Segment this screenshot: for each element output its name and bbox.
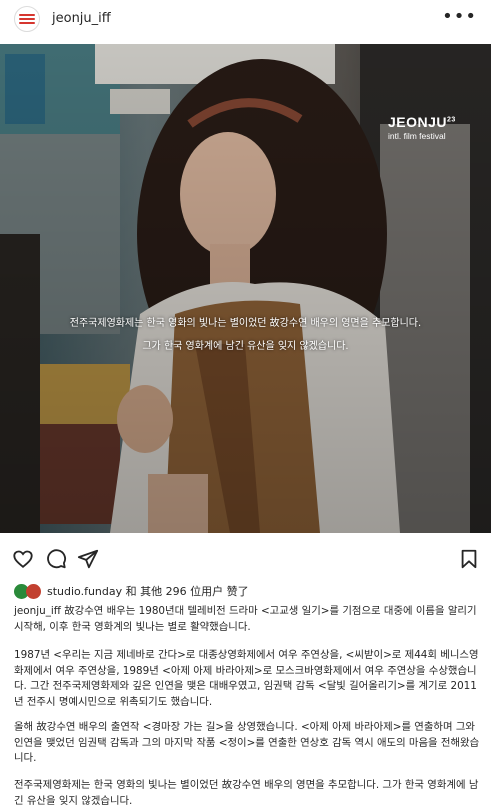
post-author[interactable]: jeonju_iff [14,605,61,617]
likes-text: studio.funday 和 其他 296 位用户 赞了 [47,585,249,598]
brand-edition: 23 [447,116,456,124]
post-paragraph-1: jeonju_iff 故강수연 배우는 1980년대 텔레비전 드라마 <고교생… [14,604,480,635]
more-horizontal-icon[interactable]: ••• [442,8,477,26]
post-actions [0,544,491,574]
send-icon[interactable] [77,548,99,570]
brand-subtitle: intl. film festival [388,131,446,141]
liker-avatar [26,583,41,599]
festival-logo-icon [19,14,35,24]
festival-brand: JEONJU23 intl. film festival [388,114,456,141]
post-paragraph-3: 올해 故강수연 배우의 출연작 <경마장 가는 길>을 상영했습니다. <아제 … [14,721,480,764]
image-caption-line1: 전주국제영화제는 한국 영화의 빛나는 별이었던 故강수연 배우의 영면을 추모… [69,318,422,329]
post-paragraph-2: 1987년 <우리는 지금 제네바로 간다>로 대종상영화제에서 여우 주연상을… [14,649,479,708]
comment-icon[interactable] [45,548,67,570]
likes-row[interactable]: studio.funday 和 其他 296 位用户 赞了 [14,583,249,599]
profile-username[interactable]: jeonju_iff [52,11,111,26]
post-header: jeonju_iff ••• [0,0,491,40]
heart-icon[interactable] [12,548,34,570]
post-paragraph-4: 전주국제영화제는 한국 영화의 빛나는 별이었던 故강수연 배우의 영면을 추모… [14,779,479,807]
bookmark-icon[interactable] [458,548,480,570]
image-caption-line2: 그가 한국 영화계에 남긴 유산을 잊지 않겠습니다. [142,341,349,352]
post-image[interactable]: JEONJU23 intl. film festival 전주국제영화제는 한국… [0,44,491,533]
brand-name: JEONJU [388,114,448,130]
post-text-1: 故강수연 배우는 1980년대 텔레비전 드라마 <고교생 일기>를 기점으로 … [14,605,477,633]
profile-avatar[interactable] [14,6,40,32]
